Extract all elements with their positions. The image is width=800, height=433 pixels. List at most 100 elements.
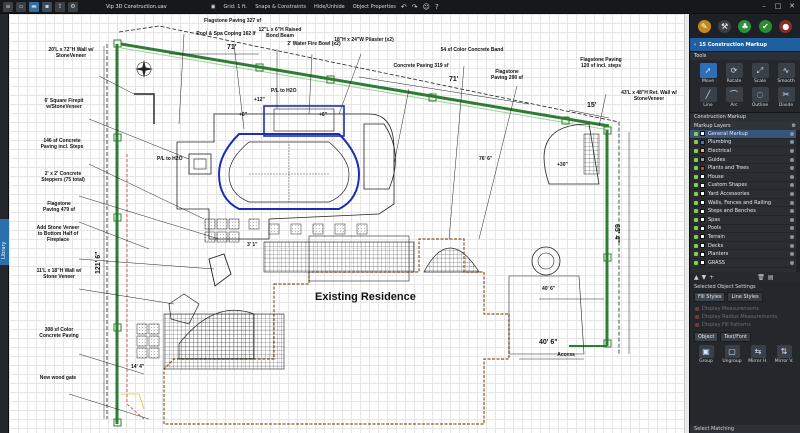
markup-selector[interactable]: ‹ 15 Construction Markup — [690, 38, 800, 51]
option-display-measurements[interactable]: Display Measurements — [690, 305, 800, 313]
hide-unhide-button[interactable]: Hide/Unhide — [314, 4, 345, 10]
eye-icon[interactable] — [694, 157, 698, 162]
site-plan-drawing[interactable] — [9, 14, 689, 433]
layer-color-swatch[interactable] — [700, 191, 705, 197]
chevron-left-icon[interactable]: ‹ — [694, 42, 696, 48]
view-toggle-icon[interactable]: ▣ — [211, 4, 216, 10]
layer-scrollbar[interactable] — [796, 130, 800, 272]
layer-item[interactable]: GRASS — [690, 259, 800, 268]
eye-icon[interactable] — [694, 260, 698, 265]
lock-icon[interactable] — [790, 226, 794, 231]
eye-icon[interactable] — [694, 140, 698, 145]
mirror-v-button[interactable]: ⇅ Mirror V. — [773, 345, 795, 364]
user-icon[interactable]: ☺ — [423, 3, 430, 11]
layer-color-swatch[interactable] — [700, 243, 705, 249]
check-icon[interactable]: ✔ — [758, 19, 772, 33]
ungroup-button[interactable]: ▢ Ungroup — [721, 345, 743, 364]
tool-outline[interactable]: ◌ Outline — [748, 87, 772, 109]
app-menu-icon[interactable]: ≡ — [3, 1, 13, 12]
tool-divide[interactable]: ✂ Divide — [774, 87, 798, 109]
eye-icon[interactable] — [694, 243, 698, 248]
layer-item[interactable]: Steps and Benches — [690, 207, 800, 216]
export-icon[interactable]: ⇪ — [55, 1, 65, 12]
lock-icon[interactable] — [790, 131, 794, 136]
lock-icon[interactable] — [790, 209, 794, 214]
layer-item[interactable]: Decks — [690, 242, 800, 251]
layer-color-swatch[interactable] — [700, 251, 705, 257]
lock-icon[interactable] — [790, 140, 794, 145]
move-down-icon[interactable]: ▼ — [702, 274, 707, 281]
layer-item[interactable]: House — [690, 173, 800, 182]
redo-icon[interactable]: ↷ — [412, 3, 418, 11]
lock-icon[interactable] — [790, 166, 794, 171]
help-icon[interactable]: ? — [435, 3, 439, 11]
group-button[interactable]: ▣ Group — [695, 345, 717, 364]
lock-icon[interactable] — [790, 243, 794, 248]
eye-icon[interactable] — [694, 234, 698, 239]
lock-icon[interactable] — [790, 174, 794, 179]
lock-icon[interactable] — [790, 200, 794, 205]
layer-color-swatch[interactable] — [700, 139, 705, 145]
layer-item[interactable]: Planters — [690, 250, 800, 259]
new-file-icon[interactable]: ▫ — [16, 1, 26, 12]
open-folder-icon[interactable]: ▬ — [29, 1, 39, 12]
layer-item[interactable]: General Markup — [690, 130, 800, 139]
grid-toggle[interactable]: Grid: 1 ft. — [223, 4, 247, 10]
minimize-button[interactable]: – — [759, 2, 769, 11]
plant-icon[interactable]: ♣ — [738, 19, 752, 33]
layer-color-swatch[interactable] — [700, 208, 705, 214]
layer-item[interactable]: Walls, Fences and Railing — [690, 199, 800, 208]
layer-item[interactable]: Spas — [690, 216, 800, 225]
option-display-radius[interactable]: Display Radius Measurements — [690, 313, 800, 321]
tab-object[interactable]: Object — [694, 332, 719, 342]
layer-options-icon[interactable]: ▤ — [768, 274, 774, 281]
layer-color-swatch[interactable] — [700, 131, 705, 137]
eye-icon[interactable] — [694, 183, 698, 188]
layer-color-swatch[interactable] — [700, 260, 705, 266]
tool-scale[interactable]: ⤢ Scale — [748, 63, 772, 85]
move-up-icon[interactable]: ▲ — [694, 274, 699, 281]
lock-icon[interactable] — [790, 183, 794, 188]
select-matching-button[interactable]: Select Matching — [690, 425, 800, 433]
layer-color-swatch[interactable] — [700, 174, 705, 180]
design-canvas[interactable]: Flagstone Paving 327 sf Pool & Spa Copin… — [9, 14, 689, 433]
close-button[interactable]: ✕ — [787, 2, 797, 11]
object-properties-button[interactable]: Object Properties — [353, 4, 396, 10]
layer-item[interactable]: Yard Accessories — [690, 190, 800, 199]
tab-text-font[interactable]: Text/Font — [720, 332, 751, 342]
tool-move[interactable]: ➚ Move — [696, 63, 720, 85]
tab-fill-styles[interactable]: Fill Styles — [694, 292, 726, 302]
tool-arc[interactable]: ⌒ Arc — [722, 87, 746, 109]
layer-item[interactable]: Terrain — [690, 233, 800, 242]
layer-color-swatch[interactable] — [700, 157, 705, 163]
layer-item[interactable]: Plants and Trees — [690, 164, 800, 173]
snaps-button[interactable]: Snaps & Constraints — [255, 4, 306, 10]
library-tab[interactable]: Library — [0, 219, 9, 265]
maximize-button[interactable]: □ — [773, 2, 783, 11]
layer-item[interactable]: Electrical — [690, 147, 800, 156]
layer-color-swatch[interactable] — [700, 234, 705, 240]
tool-rotate[interactable]: ⟳ Rotate — [722, 63, 746, 85]
eye-icon[interactable] — [694, 226, 698, 231]
lock-icon[interactable] — [790, 191, 794, 196]
gear-icon[interactable]: ⚙ — [792, 123, 796, 129]
render-icon[interactable]: ● — [779, 19, 793, 33]
save-icon[interactable]: ▪ — [42, 1, 52, 12]
layer-item[interactable]: Pools — [690, 225, 800, 234]
layer-item[interactable]: Guides — [690, 156, 800, 165]
lock-icon[interactable] — [790, 148, 794, 153]
add-layer-icon[interactable]: + — [709, 274, 714, 281]
layer-color-swatch[interactable] — [700, 200, 705, 206]
tool-line[interactable]: ╱ Line — [696, 87, 720, 109]
layer-color-swatch[interactable] — [700, 182, 705, 188]
lock-icon[interactable] — [790, 234, 794, 239]
pencil-icon[interactable]: ✎ — [697, 19, 711, 33]
eye-icon[interactable] — [694, 191, 698, 196]
layer-color-swatch[interactable] — [700, 148, 705, 154]
undo-icon[interactable]: ↶ — [401, 3, 407, 11]
shovel-icon[interactable]: ⚒ — [718, 19, 732, 33]
eye-icon[interactable] — [694, 166, 698, 171]
option-display-fill[interactable]: Display Fill Patterns — [690, 321, 800, 329]
lock-icon[interactable] — [790, 157, 794, 162]
lock-icon[interactable] — [790, 260, 794, 265]
